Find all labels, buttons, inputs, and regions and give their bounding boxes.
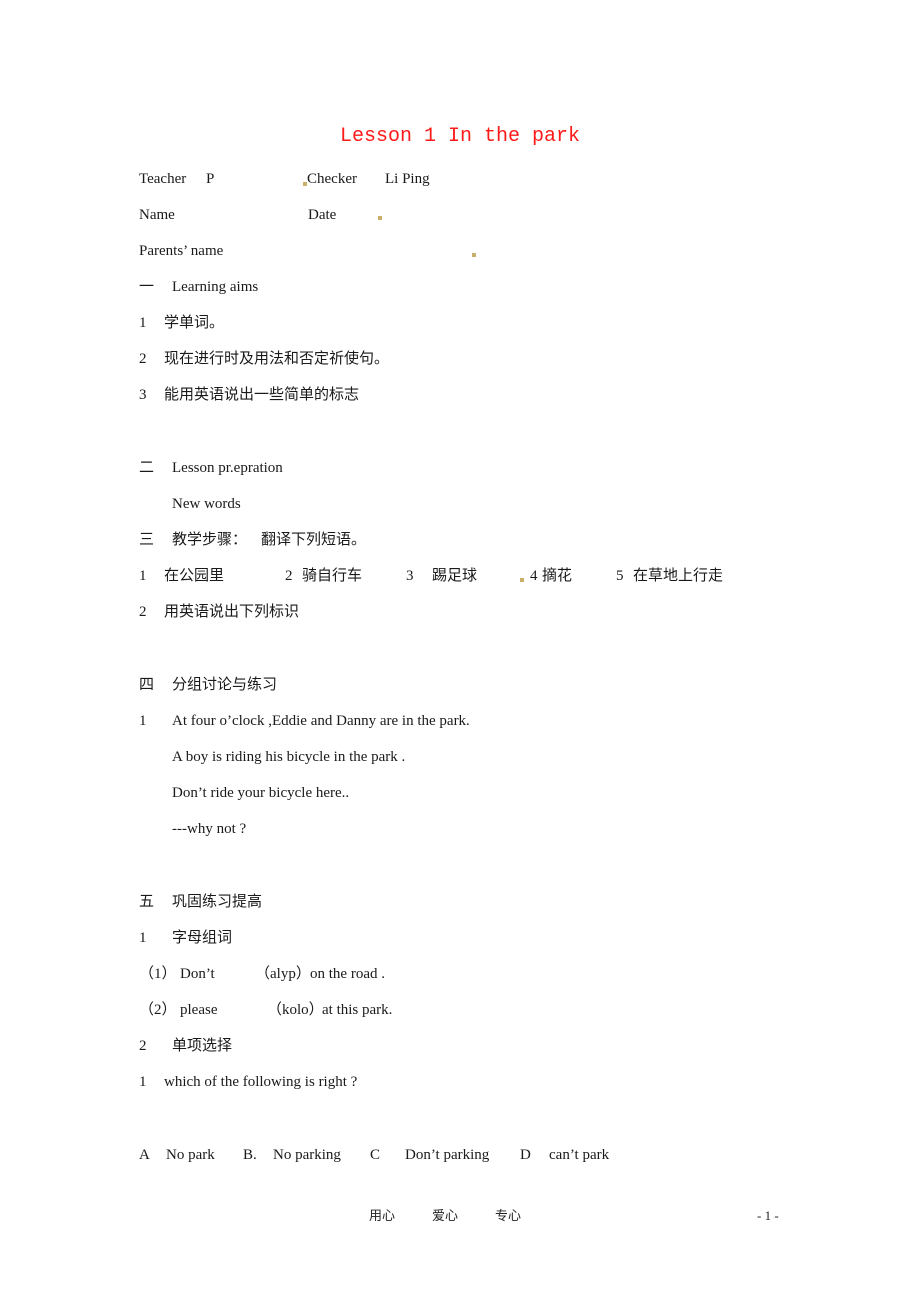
aim-2-number: 2 <box>139 351 147 367</box>
section2-marker: 二 <box>139 460 155 476</box>
question-number: 1 <box>139 1074 147 1090</box>
word-forming-heading: 字母组词 <box>172 930 233 946</box>
section5-marker: 五 <box>139 894 155 910</box>
marker-dot <box>472 253 476 257</box>
marker-dot <box>378 216 382 220</box>
page-number: - 1 - <box>757 1208 779 1223</box>
marker-dot <box>520 578 524 582</box>
parents-name-label: Parents’ name <box>139 243 224 259</box>
section1-heading: Learning aims <box>172 279 259 295</box>
dialogue-number: 1 <box>139 713 147 729</box>
exercise-2-before: please <box>180 1002 218 1018</box>
phrase-5-text: 在草地上行走 <box>633 568 724 584</box>
option-c-letter: C <box>370 1147 381 1163</box>
signs-item-number: 2 <box>139 604 147 620</box>
phrase-2-number: 2 <box>285 568 293 584</box>
section3-instruction: 翻译下列短语。 <box>261 532 367 548</box>
phrase-2-text: 骑自行车 <box>302 568 363 584</box>
section2-heading: Lesson pr.epration <box>172 460 283 476</box>
exercise-1-after: on the road . <box>310 966 385 982</box>
date-label: Date <box>308 207 337 223</box>
multiple-choice-number: 2 <box>139 1038 147 1054</box>
word-forming-number: 1 <box>139 930 147 946</box>
teacher-label: Teacher <box>139 171 187 187</box>
exercise-1-clue: （alyp） <box>255 966 311 982</box>
option-b-letter: B. <box>243 1147 257 1163</box>
signs-item-text: 用英语说出下列标识 <box>164 604 300 620</box>
aim-3-text: 能用英语说出一些简单的标志 <box>164 387 360 403</box>
section4-heading: 分组讨论与练习 <box>172 677 278 693</box>
dialogue-line: At four o’clock ,Eddie and Danny are in … <box>172 713 470 729</box>
phrase-4-text: 摘花 <box>542 568 573 584</box>
dialogue-line: Don’t ride your bicycle here.. <box>172 785 350 801</box>
option-d-text: can’t park <box>549 1147 610 1163</box>
checker-value: Li Ping <box>385 171 430 187</box>
option-a-text: No park <box>166 1147 215 1163</box>
multiple-choice-heading: 单项选择 <box>172 1038 233 1054</box>
exercise-2-clue: （kolo） <box>267 1002 324 1018</box>
aim-2-text: 现在进行时及用法和否定祈使句。 <box>164 351 390 367</box>
phrase-1-text: 在公园里 <box>164 568 225 584</box>
footer-motto: 专心 <box>495 1208 522 1223</box>
phrase-3-number: 3 <box>406 568 414 584</box>
option-d-letter: D <box>520 1147 531 1163</box>
phrase-5-number: 5 <box>616 568 624 584</box>
option-c-text: Don’t parking <box>405 1147 490 1163</box>
option-b-text: No parking <box>273 1147 341 1163</box>
section5-heading: 巩固练习提高 <box>172 894 263 910</box>
dialogue-line: ---why not ? <box>172 821 247 837</box>
section3-heading: 教学步骤： <box>172 532 248 548</box>
section3-marker: 三 <box>139 532 155 548</box>
exercise-1-before: Don’t <box>180 966 215 982</box>
footer-motto: 用心 <box>369 1208 396 1223</box>
section4-marker: 四 <box>139 677 155 693</box>
phrase-3-text: 踢足球 <box>432 568 478 584</box>
section1-marker: 一 <box>139 279 155 295</box>
exercise-1-number: （1） <box>139 966 177 982</box>
section2-subheading: New words <box>172 496 241 512</box>
lesson-title: Lesson 1 In the park <box>339 125 581 148</box>
aim-1-number: 1 <box>139 315 147 331</box>
name-label: Name <box>139 207 175 223</box>
exercise-2-after: at this park. <box>322 1002 393 1018</box>
phrase-4-number: 4 <box>530 568 538 584</box>
question-text: which of the following is right ? <box>164 1074 358 1090</box>
phrase-1-number: 1 <box>139 568 147 584</box>
option-a-letter: A <box>139 1147 150 1163</box>
aim-3-number: 3 <box>139 387 147 403</box>
aim-1-text: 学单词。 <box>164 315 225 331</box>
teacher-value: P <box>206 171 215 187</box>
footer-motto: 爱心 <box>432 1208 459 1223</box>
checker-label: Checker <box>307 171 357 187</box>
exercise-2-number: （2） <box>139 1002 177 1018</box>
dialogue-line: A boy is riding his bicycle in the park … <box>172 749 406 765</box>
